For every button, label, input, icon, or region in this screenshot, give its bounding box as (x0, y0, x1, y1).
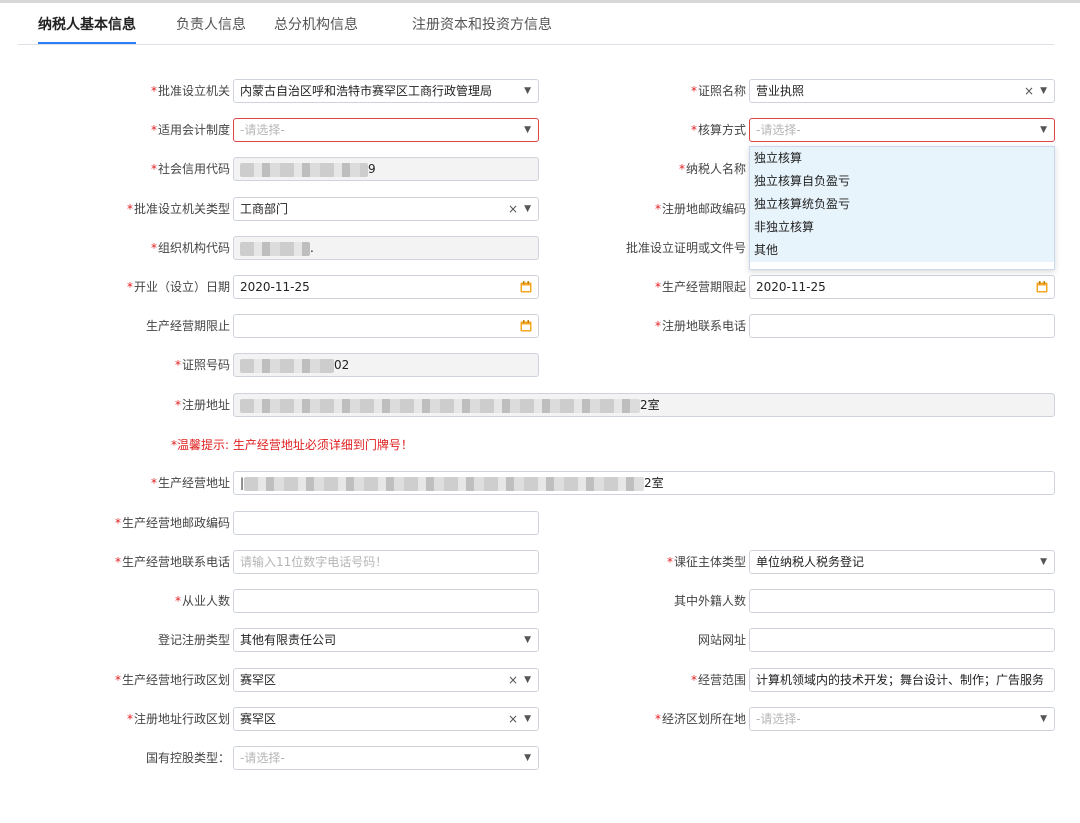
license-name-select[interactable]: 营业执照 × ▼ (749, 79, 1055, 103)
redacted-text (244, 476, 645, 491)
econ-zone-select[interactable]: -请选择- ▼ (749, 707, 1055, 731)
label-state-holding: 国有控股类型： (145, 751, 230, 765)
label-biz-postcode: *生产经营地邮政编码 (114, 516, 230, 530)
period-start-input[interactable]: 2020-11-25 (749, 275, 1055, 299)
label-reg-postcode: *注册地邮政编码 (654, 202, 746, 216)
label-biz-address: *生产经营地址 (150, 476, 230, 490)
label-taxpayer-name: *纳税人名称 (678, 162, 746, 176)
label-reg-phone: *注册地联系电话 (654, 319, 746, 333)
label-econ-zone: *经济区划所在地 (654, 712, 746, 726)
option-independent[interactable]: 独立核算 (750, 147, 1054, 170)
address-warning-tip: *温馨提示: 生产经营地址必须详细到门牌号！ (171, 438, 413, 452)
biz-postcode-input[interactable] (233, 511, 539, 535)
website-input[interactable] (749, 628, 1055, 652)
label-period-start: *生产经营期限起 (654, 280, 746, 294)
label-website: 网站网址 (697, 633, 746, 647)
option-independent-self-profit[interactable]: 独立核算自负盈亏 (750, 170, 1054, 193)
biz-address-input[interactable]: | 2室 (233, 471, 1055, 495)
option-other[interactable]: 其他 (750, 239, 1054, 262)
levy-subject-select[interactable]: 单位纳税人税务登记 ▼ (749, 550, 1055, 574)
calendar-icon[interactable] (1036, 281, 1048, 293)
label-foreign-employees: 其中外籍人数 (673, 594, 746, 608)
state-holding-select[interactable]: -请选择- ▼ (233, 746, 539, 770)
accounting-method-select[interactable]: -请选择- ▼ (749, 118, 1055, 142)
chevron-down-icon: ▼ (1040, 125, 1047, 135)
chevron-down-icon: ▼ (1040, 86, 1047, 96)
chevron-down-icon: ▼ (524, 753, 531, 763)
label-levy-subject: *课征主体类型 (666, 555, 746, 569)
redacted-text (240, 358, 334, 373)
option-non-independent[interactable]: 非独立核算 (750, 216, 1054, 239)
accounting-method-dropdown: 独立核算 独立核算自负盈亏 独立核算统负盈亏 非独立核算 其他 (749, 146, 1055, 270)
chevron-down-icon: ▼ (1040, 557, 1047, 567)
label-license-no: *证照号码 (174, 358, 230, 372)
reg-phone-input[interactable] (749, 314, 1055, 338)
license-no-field: 02 (233, 353, 539, 377)
chevron-down-icon: ▼ (1040, 714, 1047, 724)
label-biz-scope: *经营范围 (690, 673, 746, 687)
foreign-employees-input[interactable] (749, 589, 1055, 613)
label-approval-doc: 批准设立证明或文件号 (625, 241, 746, 255)
taxpayer-form: *批准设立机关 内蒙古自治区呼和浩特市赛罕区工商行政管理局 ▼ *证照名称 营业执… (0, 0, 1080, 823)
label-license-name: *证照名称 (690, 84, 746, 98)
label-accounting-method: *核算方式 (690, 123, 746, 137)
label-reg-address: *注册地址 (174, 398, 230, 412)
clear-icon[interactable]: × (1024, 80, 1034, 102)
reg-address-field: 2室 (233, 393, 1055, 417)
redacted-text (240, 398, 640, 413)
biz-scope-input[interactable]: 计算机领域内的技术开发；舞台设计、制作；广告服务 (749, 668, 1055, 692)
option-independent-unified-profit[interactable]: 独立核算统负盈亏 (750, 193, 1054, 216)
